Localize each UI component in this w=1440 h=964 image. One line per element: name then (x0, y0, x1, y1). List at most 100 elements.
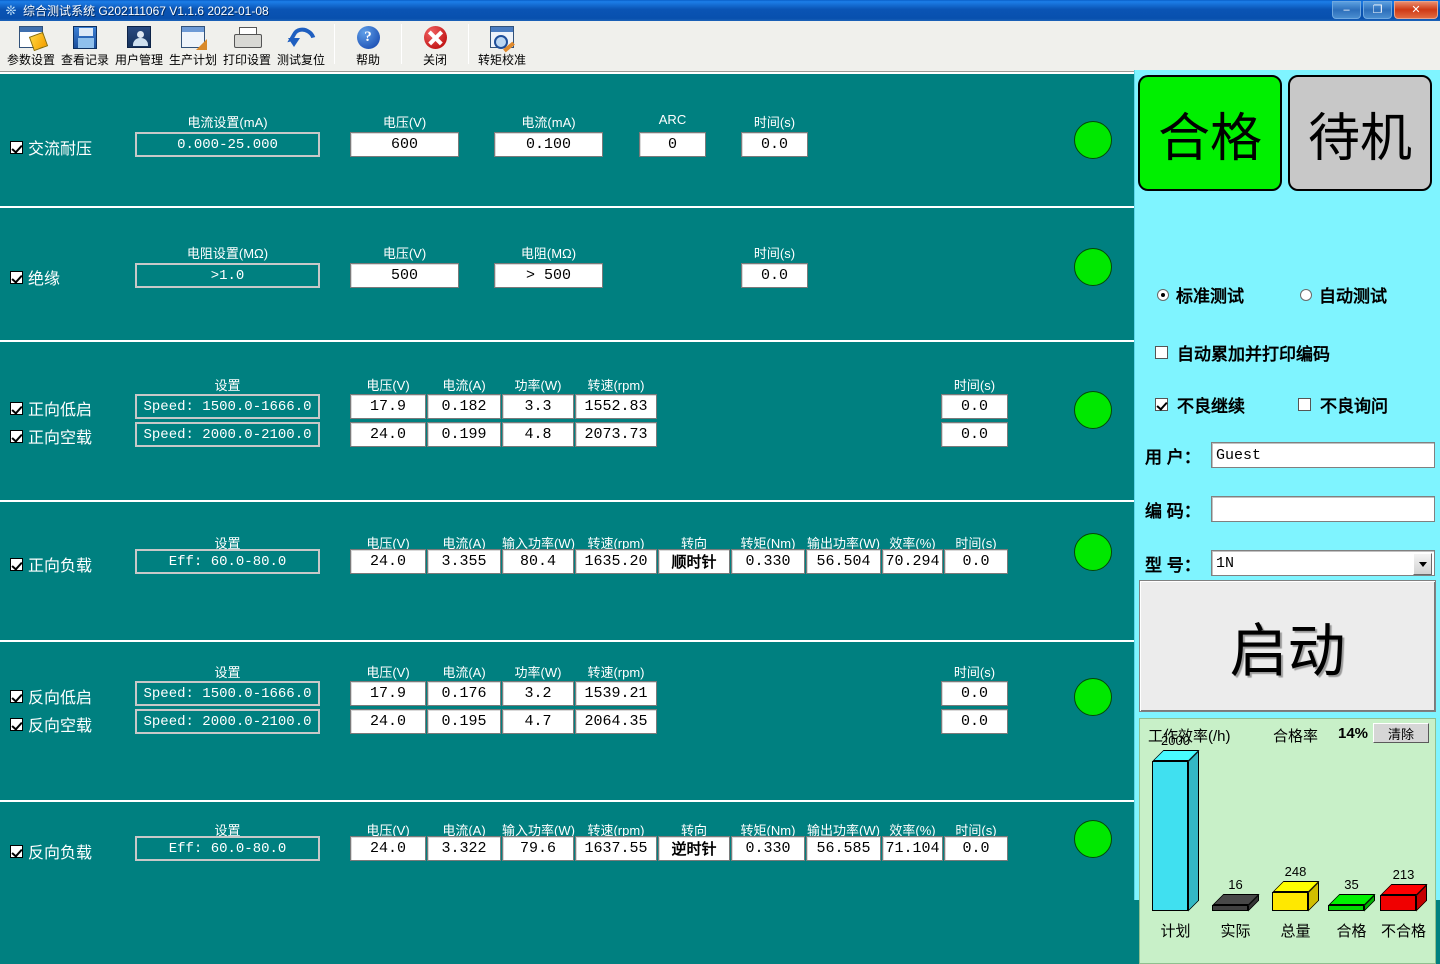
checkbox-label: 自动累加并打印编码 (1177, 340, 1330, 365)
setting-field-insulation-0[interactable]: >1.0 (135, 263, 320, 288)
user-field-label: 用 户： (1145, 443, 1211, 468)
radio-standard-test[interactable]: 标准测试 (1157, 282, 1244, 307)
model-select[interactable]: 1N (1211, 550, 1435, 576)
clear-button[interactable]: 清除 (1373, 723, 1429, 743)
setting-field-reverse-noload-1[interactable]: Speed: 2000.0-2100.0 (135, 709, 320, 734)
toolbar-button-torque-cal[interactable]: 转矩校准 (475, 21, 529, 71)
checkbox-icon (10, 141, 23, 154)
value-field: 56.504 (806, 549, 881, 574)
column-header: 电压(V) (350, 375, 426, 394)
test-item-label: 反向低启 (28, 684, 92, 708)
toolbar-button-params[interactable]: 参数设置 (4, 21, 58, 71)
status-lamp-reverse-load (1074, 820, 1112, 858)
value-field: 2073.73 (575, 422, 657, 447)
column-header: 电压(V) (350, 112, 459, 131)
column-header: 功率(W) (502, 375, 574, 394)
test-item-label: 正向空载 (28, 424, 92, 448)
radio-auto-test[interactable]: 自动测试 (1300, 282, 1387, 307)
checkbox-auto-print-code[interactable]: 自动累加并打印编码 (1155, 340, 1330, 365)
value-field: 0.0 (941, 422, 1008, 447)
value-field: 71.104 (882, 836, 943, 861)
test-item-label: 反向空载 (28, 712, 92, 736)
status-lamp-reverse-noload (1074, 678, 1112, 716)
setting-header: 设置 (135, 662, 320, 681)
column-header: 电压(V) (350, 662, 426, 681)
bar-value-label: 2000 (1141, 733, 1211, 748)
toolbar-button-print[interactable]: 打印设置 (220, 21, 274, 71)
toolbar-label: 关闭 (423, 51, 447, 68)
test-item-toggle-insulation-0[interactable]: 绝缘 (10, 266, 60, 288)
chart-bar-总量 (1272, 881, 1319, 911)
toolbar-button-help[interactable]: ? 帮助 (341, 21, 395, 71)
control-panel: 合格 待机 标准测试 自动测试 自动累加并打印编码 不良继续 不良询问 用 户：… (1134, 70, 1440, 900)
test-item-toggle-forward-noload-0[interactable]: 正向低启 (10, 397, 92, 419)
radio-auto-label: 自动测试 (1319, 282, 1387, 307)
code-input[interactable] (1211, 496, 1435, 522)
test-item-toggle-ac-hipot-0[interactable]: 交流耐压 (10, 136, 92, 158)
chart-bar-实际 (1212, 894, 1259, 911)
code-field-label: 编 码： (1145, 497, 1211, 522)
test-item-toggle-forward-noload-1[interactable]: 正向空载 (10, 425, 92, 447)
radio-standard-label: 标准测试 (1176, 282, 1244, 307)
toolbar-separator (334, 24, 335, 64)
test-section-ac-hipot: 交流耐压0.000-25.000电流设置(mA)电压(V)600电流(mA)0.… (0, 74, 1134, 208)
toolbar-button-users[interactable]: 用户管理 (112, 21, 166, 71)
column-header: 时间(s) (741, 112, 808, 131)
test-item-toggle-reverse-noload-1[interactable]: 反向空载 (10, 713, 92, 735)
setting-header: 电流设置(mA) (135, 112, 320, 131)
chart-bar-合格 (1328, 894, 1375, 911)
setting-field-forward-noload-0[interactable]: Speed: 1500.0-1666.0 (135, 394, 320, 419)
value-field: 17.9 (350, 394, 426, 419)
setting-field-forward-noload-1[interactable]: Speed: 2000.0-2100.0 (135, 422, 320, 447)
value-field: 0.0 (941, 394, 1008, 419)
checkbox-icon (1298, 398, 1311, 411)
params-icon (16, 23, 46, 51)
maximize-button[interactable]: ❐ (1363, 1, 1392, 19)
setting-header: 设置 (135, 533, 320, 552)
setting-field-forward-load-0[interactable]: Eff: 60.0-80.0 (135, 549, 320, 574)
statistics-chart: 工作效率(/h) 合格率 14% 清除 2000计划16实际248总量35合格2… (1139, 718, 1436, 964)
help-icon: ? (353, 23, 383, 51)
status-badge-result: 合格 (1138, 75, 1282, 191)
checkbox-ask-on-fail[interactable]: 不良询问 (1298, 392, 1388, 417)
toolbar-button-plan[interactable]: 生产计划 (166, 21, 220, 71)
model-field-row: 型 号： 1N (1145, 550, 1435, 576)
test-section-insulation: 绝缘>1.0电阻设置(MΩ)电压(V)500电阻(MΩ)> 500时间(s)0.… (0, 208, 1134, 342)
toolbar-button-reset[interactable]: 测试复位 (274, 21, 328, 71)
value-field: 0 (639, 132, 706, 157)
column-header: 转速(rpm) (575, 662, 657, 681)
start-button[interactable]: 启动 (1139, 580, 1436, 712)
value-field: 3.3 (502, 394, 574, 419)
setting-field-reverse-noload-0[interactable]: Speed: 1500.0-1666.0 (135, 681, 320, 706)
value-field: 24.0 (350, 709, 426, 734)
toolbar-label: 转矩校准 (478, 51, 526, 68)
bar-side-face (1188, 750, 1199, 911)
bar-category-label: 不合格 (1369, 920, 1439, 941)
value-field: 24.0 (350, 836, 426, 861)
minimize-button[interactable]: – (1332, 1, 1361, 19)
user-input[interactable]: Guest (1211, 442, 1435, 468)
test-item-toggle-reverse-load-0[interactable]: 反向负载 (10, 840, 92, 862)
toolbar-label: 用户管理 (115, 51, 163, 68)
save-icon (70, 23, 100, 51)
value-field: 3.2 (502, 681, 574, 706)
value-field: 4.7 (502, 709, 574, 734)
test-section-reverse-noload: 反向低启 Speed: 1500.0-1666.0 反向空载 Speed: 2000.… (0, 642, 1134, 802)
setting-field-reverse-load-0[interactable]: Eff: 60.0-80.0 (135, 836, 320, 861)
checkbox-continue-on-fail[interactable]: 不良继续 (1155, 392, 1245, 417)
undo-icon (286, 23, 316, 51)
close-window-button[interactable]: ✕ (1394, 1, 1438, 19)
value-field: 逆时针 (658, 836, 730, 861)
chevron-down-icon[interactable] (1413, 553, 1432, 575)
column-header: 电压(V) (350, 243, 459, 262)
test-item-toggle-forward-load-0[interactable]: 正向负载 (10, 553, 92, 575)
setting-header: 设置 (135, 820, 320, 839)
setting-field-ac-hipot-0[interactable]: 0.000-25.000 (135, 132, 320, 157)
value-field: 1552.83 (575, 394, 657, 419)
setting-header: 电阻设置(MΩ) (135, 243, 320, 262)
status-badge-state: 待机 (1288, 75, 1432, 191)
toolbar-button-close[interactable]: 关闭 (408, 21, 462, 71)
main-toolbar: 参数设置 查看记录 用户管理 生产计划 打印设置 测试复位 ? 帮助 关闭 转矩… (0, 21, 1440, 72)
test-item-toggle-reverse-noload-0[interactable]: 反向低启 (10, 685, 92, 707)
toolbar-button-records[interactable]: 查看记录 (58, 21, 112, 71)
